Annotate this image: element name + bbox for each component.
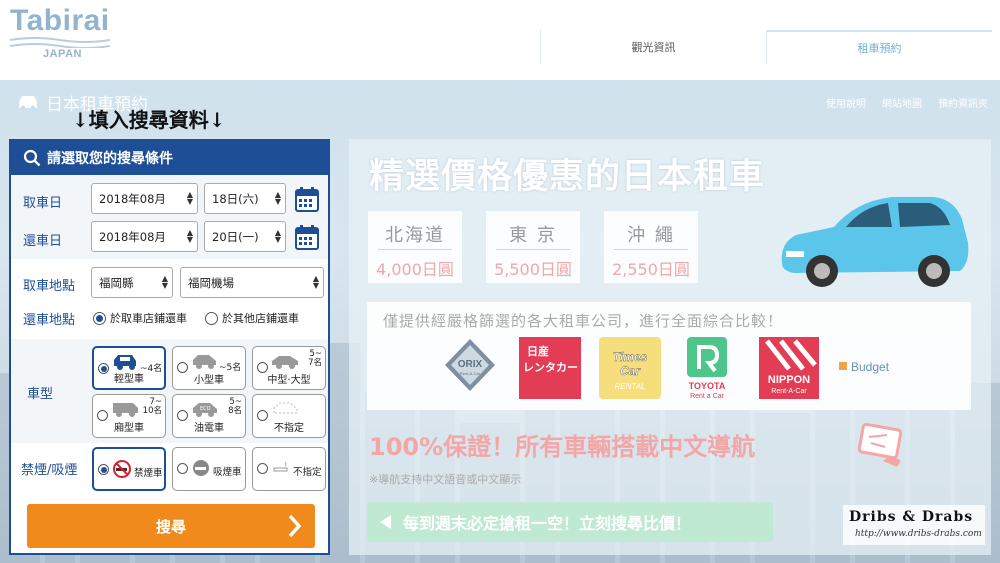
header-links: 使用說明 網站地圖 預約資訊夾 xyxy=(826,95,988,110)
times-logo-icon[interactable]: Times Car RENTAL xyxy=(599,337,661,399)
return-month-select[interactable]: 2018年08月 ▲ ▼ xyxy=(91,221,198,252)
cartype-any[interactable]: 不指定 xyxy=(252,394,326,438)
no-smoking-icon xyxy=(113,460,131,478)
blue-car-image xyxy=(781,197,969,287)
search-button[interactable]: 搜尋 xyxy=(27,504,315,548)
budget-logo-text: Budget xyxy=(851,360,890,374)
return-date-label: 還車日 xyxy=(23,234,63,249)
smoking-label: 禁煙/吸煙 xyxy=(21,463,78,478)
logo-sub: JAPAN xyxy=(43,48,82,60)
price-card-tokyo[interactable]: 東 京 5,500日圓 xyxy=(486,211,580,283)
cartype-compact[interactable]: ~5名 小型車 xyxy=(172,346,246,390)
return-same-store-radio[interactable]: 於取車店鋪還車 xyxy=(93,310,187,326)
form-heading-text: 請選取您的搜尋條件 xyxy=(47,151,173,167)
nippon-logo-line2: Rent-A-Car xyxy=(771,388,807,395)
watermark: Dribs & Drabs http://www.dribs-drabs.com xyxy=(843,505,985,545)
smoking-nonsmoking[interactable]: 禁煙車 xyxy=(92,447,166,491)
search-form: 請選取您的搜尋條件 取車日 2018年08月 ▲ ▼ 18日(六) ▲ ▼ 還車日 20… xyxy=(9,139,330,555)
pickup-day-select[interactable]: 18日(六) ▲ ▼ xyxy=(204,183,286,214)
promo-cta-label: 每到週末必定搶租一空！立刻搜尋比價！ xyxy=(403,514,692,533)
logo-name: Tabirai xyxy=(10,4,110,37)
nissan-logo-line1: 日産 xyxy=(527,344,549,358)
pickup-month-select[interactable]: 2018年08月 ▲ ▼ xyxy=(91,183,198,214)
promo-title: 精選價格優惠的日本租車 xyxy=(369,157,766,197)
nissan-logo-icon[interactable]: 日産 レンタカー xyxy=(519,337,581,399)
svg-text:ECO: ECO xyxy=(200,406,211,412)
rental-companies: 僅提供經嚴格篩選的各大租車公司，進行全面綜合比較！ ORIX Rent-A-Ca… xyxy=(367,302,971,410)
pickup-location-select[interactable]: 福岡機場 ▲ ▼ xyxy=(180,267,324,298)
card-divider xyxy=(614,249,688,250)
cartype-hybrid[interactable]: ECO 5~ 8名 油電車 xyxy=(172,394,246,438)
tabirai-logo[interactable]: Tabirai JAPAN xyxy=(10,4,110,60)
smoking-icon xyxy=(193,460,209,476)
radio-dot xyxy=(177,463,188,474)
price-card-hokkaido[interactable]: 北海道 4,000日圓 xyxy=(368,211,462,283)
search-button-label: 搜尋 xyxy=(155,517,186,536)
toyota-logo-line2: Rent a Car xyxy=(690,393,725,400)
car-icon xyxy=(19,95,37,110)
cartype-midsize[interactable]: 5~ 7名 中型·大型 xyxy=(252,346,326,390)
cartype-van[interactable]: 7~ 10名 廂型車 xyxy=(92,394,166,438)
smoking-smoking[interactable]: 吸煙車 xyxy=(172,447,246,491)
pickup-date-label: 取車日 xyxy=(23,196,63,211)
times-logo-line3: RENTAL xyxy=(615,382,646,391)
watermark-url: http://www.dribs-drabs.com xyxy=(855,529,982,539)
search-icon xyxy=(23,149,41,167)
midsize-car-icon xyxy=(272,356,298,369)
smoking-any[interactable]: 不指定 xyxy=(252,447,326,491)
cigarette-icon xyxy=(273,461,288,472)
nippon-logo-line1: NIPPON xyxy=(768,374,810,386)
orix-logo-icon[interactable]: ORIX Rent-A-Car xyxy=(443,337,497,393)
compact-car-icon xyxy=(193,355,216,369)
card-divider xyxy=(496,249,570,250)
van-icon xyxy=(113,403,138,417)
link-booking-folder[interactable]: 預約資訊夾 xyxy=(938,95,988,110)
form-heading: 請選取您的搜尋條件 xyxy=(11,141,328,175)
return-other-store-radio[interactable]: 於其他店鋪還車 xyxy=(205,310,299,326)
return-calendar-icon[interactable] xyxy=(295,224,319,250)
any-car-icon xyxy=(273,402,298,414)
times-logo-line2: Car xyxy=(620,364,641,378)
toyota-logo-line1: TOYOTA xyxy=(689,381,726,391)
pickup-prefecture-select[interactable]: 福岡縣 ▲ ▼ xyxy=(91,267,173,298)
tab-sightseeing[interactable]: 觀光資訊 xyxy=(540,30,766,64)
radio-dot xyxy=(257,463,268,474)
hybrid-car-icon: ECO xyxy=(193,403,217,417)
link-sitemap[interactable]: 網站地圖 xyxy=(882,95,922,110)
pickup-calendar-icon[interactable] xyxy=(295,186,319,212)
triangle-left-icon xyxy=(380,515,391,529)
top-bar: Tabirai JAPAN 觀光資訊 租車預約 xyxy=(0,0,1000,80)
return-place-label: 還車地點 xyxy=(23,313,76,328)
instruction-text: ↓填入搜尋資料↓ xyxy=(72,108,226,132)
nippon-rentacar-logo-icon[interactable]: NIPPON Rent-A-Car xyxy=(759,337,819,399)
return-day-select[interactable]: 20日(一) ▲ ▼ xyxy=(204,221,286,252)
times-logo-line1: Times xyxy=(613,350,648,364)
link-usage-guide[interactable]: 使用說明 xyxy=(826,95,866,110)
budget-logo-icon[interactable]: Budget xyxy=(837,356,901,376)
orix-logo-sub: Rent-A-Car xyxy=(460,371,481,376)
card-divider xyxy=(378,249,452,250)
radio-dot xyxy=(205,311,218,325)
promo-panel: 精選價格優惠的日本租車 北海道 4,000日圓 東 京 5,500日圓 沖 繩 … xyxy=(349,139,991,555)
price-card-okinawa[interactable]: 沖 繩 2,550日圓 xyxy=(604,211,698,283)
chevron-right-icon xyxy=(288,514,302,538)
toyota-rentacar-logo-icon[interactable]: TOYOTA Rent a Car xyxy=(681,337,733,401)
gps-navigation-icon xyxy=(857,423,903,467)
radio-dot xyxy=(98,464,109,475)
pickup-place-label: 取車地點 xyxy=(23,279,76,294)
cartype-kei[interactable]: ~4名 輕型車 xyxy=(92,346,166,390)
radio-dot xyxy=(93,311,106,325)
promo-cta-button[interactable]: 每到週末必定搶租一空！立刻搜尋比價！ xyxy=(367,502,773,542)
rentals-title: 僅提供經嚴格篩選的各大租車公司，進行全面綜合比較！ xyxy=(383,312,784,330)
car-type-label: 車型 xyxy=(27,387,54,402)
navigation-note: ※導航支持中文語音或中文顯示 xyxy=(369,473,522,486)
chinese-navigation-banner: 100%保證！所有車輛搭載中文導航 xyxy=(369,433,756,461)
nissan-logo-line2: レンタカー xyxy=(523,361,578,374)
watermark-name: Dribs & Drabs xyxy=(849,509,974,525)
kei-car-icon xyxy=(114,355,136,370)
tab-car-rental[interactable]: 租車預約 xyxy=(766,30,992,64)
orix-logo-text: ORIX xyxy=(458,359,483,370)
